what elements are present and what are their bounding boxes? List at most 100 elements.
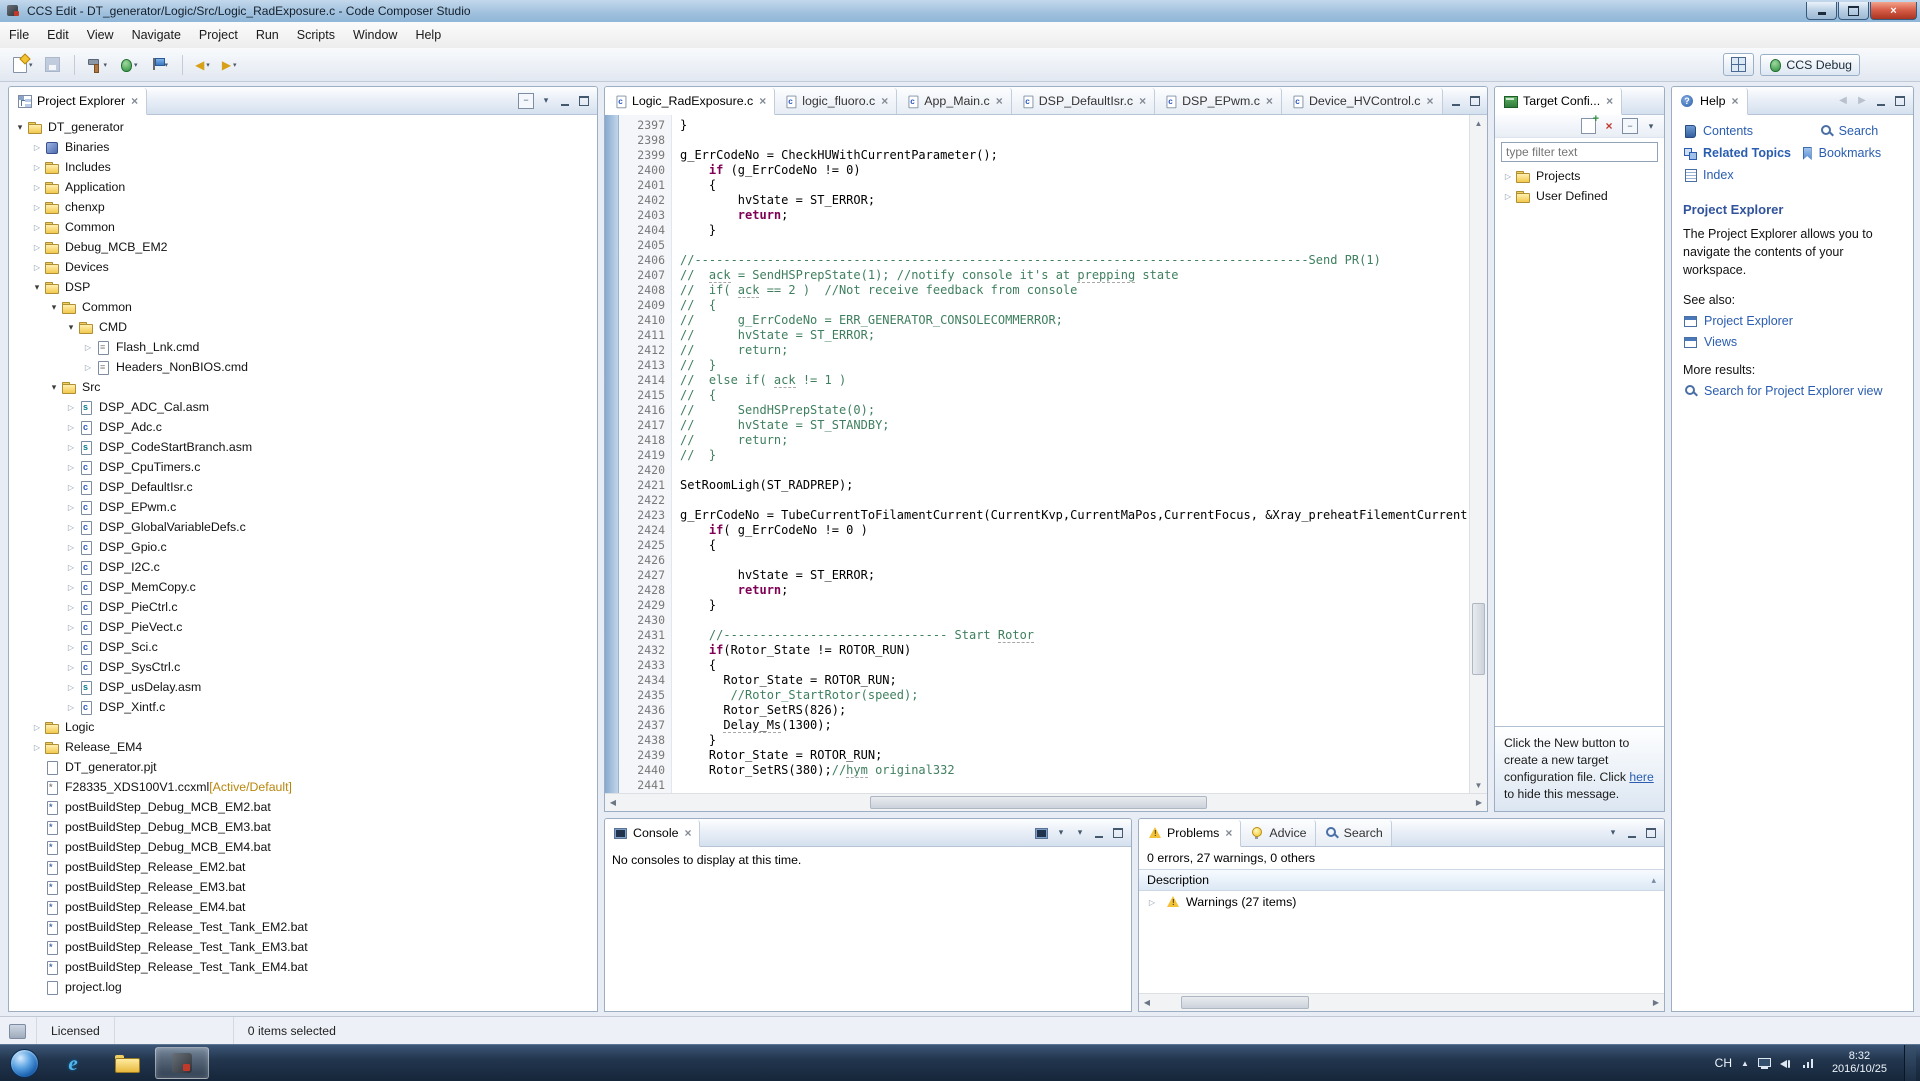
code-line[interactable] <box>680 493 1469 508</box>
target-config-tree[interactable]: ▷Projects▷User Defined <box>1495 164 1664 206</box>
expand-arrow-icon[interactable]: ▷ <box>30 743 44 752</box>
editor-tab[interactable]: cDSP_DefaultIsr.c× <box>1012 88 1155 114</box>
menu-navigate[interactable]: Navigate <box>123 23 190 48</box>
code-line[interactable]: Rotor_SetRS(826); <box>680 703 1469 718</box>
language-indicator[interactable]: CH <box>1715 1056 1732 1070</box>
tree-item[interactable]: ▷cDSP_DefaultIsr.c <box>9 477 597 497</box>
chevron-down-icon[interactable]: ▾ <box>206 61 210 69</box>
minimize-view-icon[interactable] <box>1092 826 1106 840</box>
tree-item[interactable]: ▷Application <box>9 177 597 197</box>
tree-item[interactable]: *postBuildStep_Debug_MCB_EM3.bat <box>9 817 597 837</box>
editor-tab[interactable]: cLogic_RadExposure.c× <box>605 88 775 115</box>
see-also-project-explorer-link[interactable]: Project Explorer <box>1683 314 1902 328</box>
internet-explorer-taskbar-button[interactable]: e <box>47 1048 99 1078</box>
tree-item[interactable]: ▷sDSP_CodeStartBranch.asm <box>9 437 597 457</box>
help-index-link[interactable]: Index <box>1683 168 1797 182</box>
expand-arrow-icon[interactable]: ▷ <box>30 143 44 152</box>
close-icon[interactable]: × <box>759 95 766 107</box>
tree-item[interactable]: ▷Logic <box>9 717 597 737</box>
code-line[interactable] <box>680 613 1469 628</box>
expand-arrow-icon[interactable]: ▷ <box>30 223 44 232</box>
code-line[interactable]: if(Rotor_State != ROTOR_RUN) <box>680 643 1469 658</box>
search-project-explorer-view-link[interactable]: Search for Project Explorer view <box>1683 384 1902 398</box>
maximize-view-icon[interactable] <box>1644 826 1658 840</box>
tree-item[interactable]: ▷cDSP_Sci.c <box>9 637 597 657</box>
expand-arrow-icon[interactable]: ▷ <box>64 563 78 572</box>
close-icon[interactable]: × <box>1731 95 1738 107</box>
code-line[interactable]: // } <box>680 448 1469 463</box>
minimize-view-icon[interactable] <box>1874 94 1888 108</box>
tree-item[interactable]: *postBuildStep_Release_Test_Tank_EM4.bat <box>9 957 597 977</box>
tree-item[interactable]: ▷cDSP_Adc.c <box>9 417 597 437</box>
code-line[interactable]: // return; <box>680 343 1469 358</box>
maximize-window-button[interactable] <box>1838 2 1869 20</box>
chevron-down-icon[interactable]: ▾ <box>104 61 108 69</box>
expand-arrow-icon[interactable]: ▾ <box>47 382 61 393</box>
tree-item[interactable]: ▷Release_EM4 <box>9 737 597 757</box>
code-line[interactable]: Rotor_State = ROTOR_RUN; <box>680 673 1469 688</box>
code-line[interactable]: //Rotor_StartRotor(speed); <box>680 688 1469 703</box>
tree-item[interactable]: *postBuildStep_Release_EM3.bat <box>9 877 597 897</box>
menu-run[interactable]: Run <box>247 23 288 48</box>
expand-arrow-icon[interactable]: ▷ <box>1501 192 1515 201</box>
forward-button[interactable]: ▶▾ <box>217 55 242 75</box>
tree-item[interactable]: ▷cDSP_Gpio.c <box>9 537 597 557</box>
expand-arrow-icon[interactable]: ▾ <box>64 322 78 333</box>
code-line[interactable]: // hvState = ST_ERROR; <box>680 328 1469 343</box>
tab-console[interactable]: Console × <box>605 820 700 847</box>
code-line[interactable] <box>680 133 1469 148</box>
expand-arrow-icon[interactable]: ▷ <box>64 703 78 712</box>
editor-horizontal-scrollbar[interactable]: ◀ ▶ <box>605 793 1487 811</box>
scroll-left-icon[interactable]: ◀ <box>605 794 621 811</box>
file-explorer-taskbar-button[interactable] <box>101 1048 153 1078</box>
minimize-view-icon[interactable] <box>558 94 572 108</box>
expand-arrow-icon[interactable]: ▷ <box>64 463 78 472</box>
tree-item[interactable]: ▷sDSP_usDelay.asm <box>9 677 597 697</box>
expand-arrow-icon[interactable]: ▷ <box>64 603 78 612</box>
editor-tab[interactable]: cDSP_EPwm.c× <box>1155 88 1282 114</box>
code-area[interactable]: }g_ErrCodeNo = CheckHUWithCurrentParamet… <box>672 115 1469 793</box>
tab-search[interactable]: Search <box>1316 820 1392 846</box>
tree-item[interactable]: ▷cDSP_Xintf.c <box>9 697 597 717</box>
menu-edit[interactable]: Edit <box>38 23 78 48</box>
code-line[interactable] <box>680 238 1469 253</box>
maximize-view-icon[interactable] <box>1893 94 1907 108</box>
expand-arrow-icon[interactable]: ▾ <box>13 122 27 133</box>
horizontal-scroll-thumb[interactable] <box>1181 996 1309 1009</box>
volume-icon[interactable] <box>1780 1058 1793 1069</box>
new-target-config-icon[interactable] <box>1581 119 1596 133</box>
menu-file[interactable]: File <box>0 23 38 48</box>
expand-arrow-icon[interactable]: ▷ <box>1501 172 1515 181</box>
tree-item[interactable]: *postBuildStep_Debug_MCB_EM2.bat <box>9 797 597 817</box>
expand-arrow-icon[interactable]: ▷ <box>64 683 78 692</box>
tree-item[interactable]: ▷Binaries <box>9 137 597 157</box>
tree-item[interactable]: ▷≡Headers_NonBIOS.cmd <box>9 357 597 377</box>
code-line[interactable]: g_ErrCodeNo = TubeCurrentToFilamentCurre… <box>680 508 1469 523</box>
back-button[interactable]: ◀▾ <box>190 55 215 75</box>
code-line[interactable]: if (g_ErrCodeNo != 0) <box>680 163 1469 178</box>
menu-help[interactable]: Help <box>406 23 450 48</box>
editor-tab[interactable]: cApp_Main.c× <box>897 88 1011 114</box>
tree-item[interactable]: ▷cDSP_PieVect.c <box>9 617 597 637</box>
tab-target-configurations[interactable]: Target Confi... × <box>1495 88 1622 115</box>
tree-item[interactable]: project.log <box>9 977 597 997</box>
help-bookmarks-link[interactable]: Bookmarks <box>1799 146 1902 160</box>
code-line[interactable]: // g_ErrCodeNo = ERR_GENERATOR_CONSOLECO… <box>680 313 1469 328</box>
code-line[interactable]: SetRoomLigh(ST_RADPREP); <box>680 478 1469 493</box>
open-console-icon[interactable]: ▾ <box>1073 826 1087 840</box>
tree-item[interactable]: ▷cDSP_PieCtrl.c <box>9 597 597 617</box>
code-line[interactable]: // } <box>680 358 1469 373</box>
tree-item[interactable]: ▷cDSP_MemCopy.c <box>9 577 597 597</box>
minimize-view-icon[interactable] <box>1449 94 1463 108</box>
expand-arrow-icon[interactable]: ▾ <box>30 282 44 293</box>
taskbar-clock[interactable]: 8:32 2016/10/25 <box>1824 1050 1895 1076</box>
code-line[interactable]: Rotor_State = ROTOR_RUN; <box>680 748 1469 763</box>
view-menu-icon[interactable]: ▾ <box>1644 119 1658 133</box>
close-icon[interactable]: × <box>881 95 888 107</box>
minimize-view-icon[interactable] <box>1625 826 1639 840</box>
tree-item[interactable]: ▷Devices <box>9 257 597 277</box>
expand-arrow-icon[interactable]: ▷ <box>30 243 44 252</box>
ccs-debug-perspective-button[interactable]: CCS Debug <box>1760 54 1860 76</box>
code-line[interactable]: // { <box>680 298 1469 313</box>
tab-project-explorer[interactable]: Project Explorer × <box>9 88 147 115</box>
